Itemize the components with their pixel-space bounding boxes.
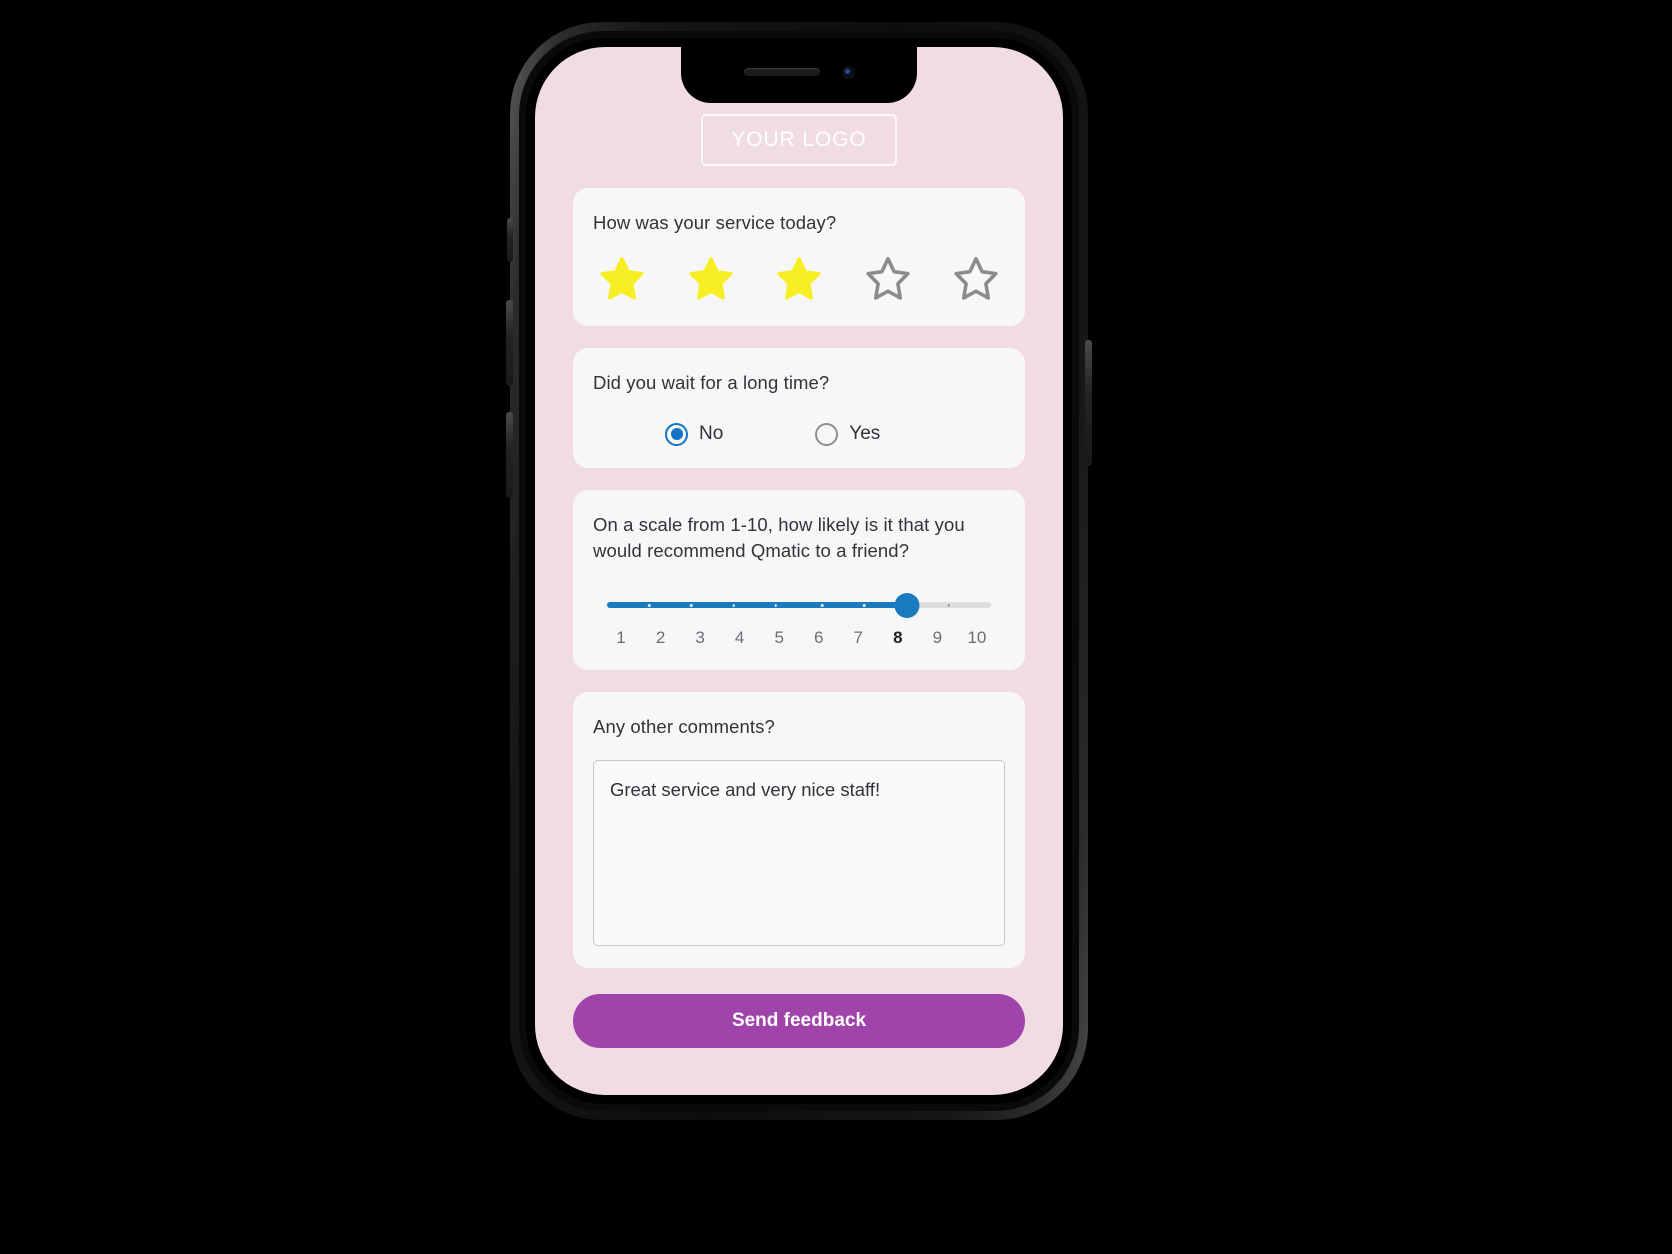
slider-tick [647, 604, 651, 607]
logo-text: YOUR LOGO [731, 128, 867, 151]
send-feedback-button[interactable]: Send feedback [573, 994, 1025, 1049]
screenshot-stage: YOUR LOGO How was your service today? Di… [0, 0, 1672, 1254]
scale-label-8[interactable]: 8 [886, 628, 910, 648]
feedback-form-screen: YOUR LOGO How was your service today? Di… [535, 47, 1063, 1095]
slider-tick [820, 604, 824, 607]
phone-device-mockup: YOUR LOGO How was your service today? Di… [506, 22, 1092, 1120]
logo-placeholder: YOUR LOGO [701, 114, 897, 166]
scale-label-9[interactable]: 9 [925, 628, 949, 648]
volume-down-button[interactable] [506, 412, 513, 498]
slider-thumb[interactable] [894, 593, 920, 619]
question-comments: Any other comments? [593, 716, 775, 738]
star-1-filled-icon[interactable] [597, 254, 647, 304]
slider-tick [863, 604, 866, 607]
phone-notch [681, 47, 917, 103]
card-service-rating: How was your service today? [573, 188, 1025, 327]
star-rating-group[interactable] [593, 254, 1005, 304]
card-nps-score: On a scale from 1-10, how likely is it t… [573, 489, 1025, 671]
slider-tick [732, 604, 735, 607]
radio-label-no: No [699, 423, 724, 445]
slider-tick [774, 604, 778, 607]
nps-scale-labels: 1 2 3 4 5 6 7 8 9 10 [607, 628, 991, 648]
mute-switch-button[interactable] [507, 218, 513, 262]
nps-slider-wrap: 1 2 3 4 5 6 7 8 9 10 [593, 593, 1005, 648]
scale-label-5[interactable]: 5 [767, 628, 791, 648]
card-wait-time: Did you wait for a long time? No Yes [573, 348, 1025, 468]
question-service-rating: How was your service today? [593, 212, 837, 233]
radio-label-yes: Yes [849, 423, 881, 445]
radio-group-wait-time: No Yes [593, 422, 1005, 446]
star-4-empty-icon[interactable] [863, 254, 913, 304]
scale-label-7[interactable]: 7 [846, 628, 870, 648]
speaker-grille-icon [743, 68, 820, 76]
volume-up-button[interactable] [506, 300, 513, 386]
nps-slider[interactable] [607, 593, 991, 619]
radio-unselected-icon[interactable] [815, 422, 839, 446]
star-3-filled-icon[interactable] [774, 254, 824, 304]
comments-textarea[interactable]: Great service and very nice staff! [593, 760, 1005, 947]
radio-option-no[interactable]: No [665, 422, 724, 446]
slider-tick [690, 604, 693, 607]
front-camera-icon [841, 65, 855, 79]
scale-label-10[interactable]: 10 [965, 628, 989, 648]
radio-option-yes[interactable]: Yes [815, 422, 881, 446]
slider-tick-marks [607, 602, 991, 608]
scale-label-4[interactable]: 4 [728, 628, 752, 648]
power-button[interactable] [1085, 340, 1092, 466]
scale-label-2[interactable]: 2 [649, 628, 673, 648]
star-2-filled-icon[interactable] [686, 254, 736, 304]
scale-label-6[interactable]: 6 [807, 628, 831, 648]
phone-screen: YOUR LOGO How was your service today? Di… [535, 47, 1063, 1095]
card-comments: Any other comments? Great service and ve… [573, 692, 1025, 969]
radio-selected-icon[interactable] [665, 422, 688, 446]
scale-label-3[interactable]: 3 [688, 628, 712, 648]
scale-label-1[interactable]: 1 [609, 628, 633, 648]
question-wait-time: Did you wait for a long time? [593, 372, 830, 394]
star-5-empty-icon[interactable] [951, 254, 1001, 304]
question-nps-score: On a scale from 1-10, how likely is it t… [593, 513, 965, 561]
slider-tick [947, 604, 950, 607]
